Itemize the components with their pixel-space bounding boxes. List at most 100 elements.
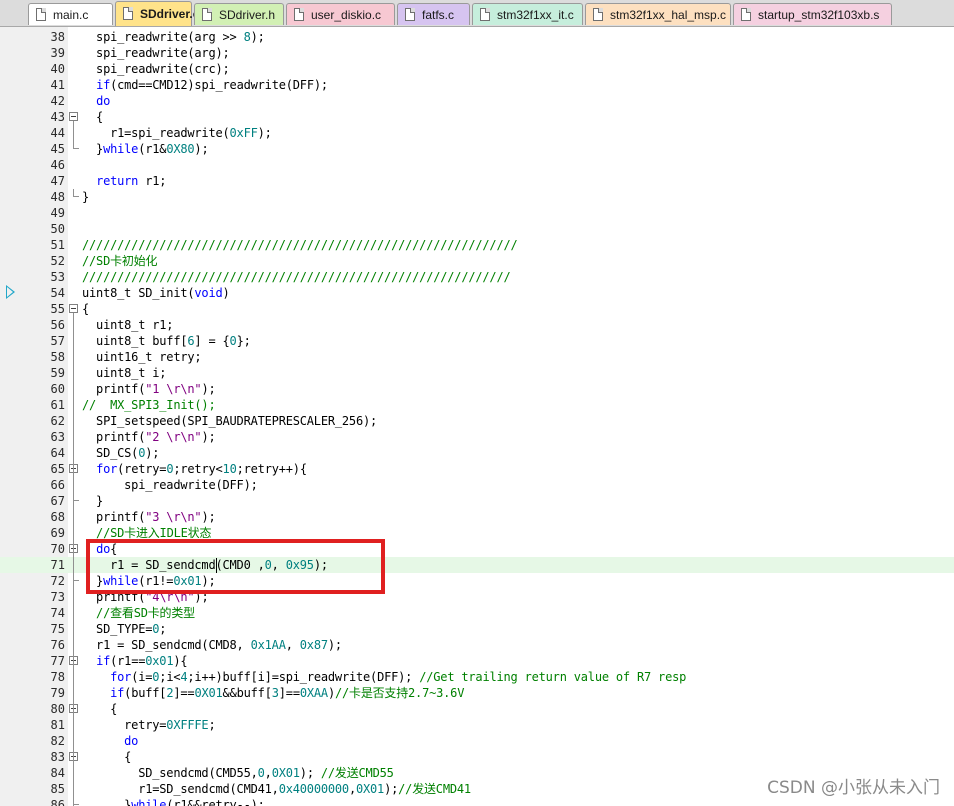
code-line[interactable]: 50 bbox=[0, 221, 954, 237]
tab-user-diskio-c[interactable]: user_diskio.c bbox=[286, 3, 395, 25]
file-icon bbox=[593, 8, 603, 21]
tab-label: stm32f1xx_hal_msp.c bbox=[610, 8, 727, 22]
code-text: uint8_t buff[ bbox=[82, 334, 188, 348]
code-line[interactable]: 76 r1 = SD_sendcmd(CMD8, 0x1AA, 0x87); bbox=[0, 637, 954, 653]
code-text: SPI_setspeed(SPI_BAUDRATEPRESCALER_256); bbox=[82, 414, 378, 428]
line-number: 84 bbox=[50, 766, 65, 780]
code-text: ); bbox=[201, 510, 216, 524]
line-number: 47 bbox=[50, 174, 65, 188]
code-line[interactable]: 54 uint8_t SD_init(void) bbox=[0, 285, 954, 301]
code-line[interactable]: 61 // MX_SPI3_Init(); bbox=[0, 397, 954, 413]
code-line[interactable]: 44 r1=spi_readwrite(0xFF); bbox=[0, 125, 954, 141]
line-number: 56 bbox=[50, 318, 65, 332]
code-line[interactable]: 39 spi_readwrite(arg); bbox=[0, 45, 954, 61]
code-text: ) bbox=[327, 686, 335, 700]
keyword: if bbox=[96, 78, 111, 92]
line-number: 43 bbox=[50, 110, 65, 124]
code-line[interactable]: 58 uint16_t retry; bbox=[0, 349, 954, 365]
code-line[interactable]: 51 //////////////////////////////////////… bbox=[0, 237, 954, 253]
tab-stm32f1xx-hal-msp-c[interactable]: stm32f1xx_hal_msp.c bbox=[585, 3, 731, 25]
code-line[interactable]: 48} bbox=[0, 189, 954, 205]
code-text: spi_readwrite(crc); bbox=[82, 62, 230, 76]
code-line[interactable]: 45 }while(r1&0X80); bbox=[0, 141, 954, 157]
code-content: uint8_t SD_init(void) bbox=[82, 285, 230, 301]
code-content: printf("1 \r\n"); bbox=[82, 381, 216, 397]
code-line[interactable]: 64 SD_CS(0); bbox=[0, 445, 954, 461]
fold-collapse-icon[interactable] bbox=[69, 304, 78, 313]
code-text: (buff[ bbox=[124, 686, 167, 700]
code-line[interactable]: 79 if(buff[2]==0X01&&buff[3]==0XAA)//卡是否… bbox=[0, 685, 954, 701]
line-number: 52 bbox=[50, 254, 65, 268]
code-line[interactable]: 60 printf("1 \r\n"); bbox=[0, 381, 954, 397]
code-line[interactable]: 62 SPI_setspeed(SPI_BAUDRATEPRESCALER_25… bbox=[0, 413, 954, 429]
code-text: spi_readwrite(arg); bbox=[82, 46, 230, 60]
tab-sddriver-h[interactable]: SDdriver.h bbox=[194, 3, 284, 25]
code-line[interactable]: 65 for(retry=0;retry<10;retry++){ bbox=[0, 461, 954, 477]
code-line[interactable]: 47 return r1; bbox=[0, 173, 954, 189]
fold-collapse-icon[interactable] bbox=[69, 112, 78, 121]
tab-main-c[interactable]: main.c bbox=[28, 3, 113, 25]
code-line[interactable]: 42 do bbox=[0, 93, 954, 109]
code-line[interactable]: 46 bbox=[0, 157, 954, 173]
comment: ////////////////////////////////////////… bbox=[82, 270, 511, 284]
code-line[interactable]: 77 if(r1==0x01){ bbox=[0, 653, 954, 669]
code-line[interactable]: 41 if(cmd==CMD12)spi_readwrite(DFF); bbox=[0, 77, 954, 93]
tab-sddriver-c[interactable]: SDdriver.c bbox=[115, 1, 199, 26]
code-text: SD_sendcmd(CMD55, bbox=[82, 766, 258, 780]
number-literal: 0x40000000 bbox=[278, 782, 349, 796]
line-number: 77 bbox=[50, 654, 65, 668]
file-icon bbox=[480, 8, 490, 21]
code-line[interactable]: 67 } bbox=[0, 493, 954, 509]
code-content: printf("3 \r\n"); bbox=[82, 509, 216, 525]
code-line[interactable]: 40 spi_readwrite(crc); bbox=[0, 61, 954, 77]
file-icon bbox=[741, 8, 751, 21]
code-line[interactable]: 83 { bbox=[0, 749, 954, 765]
code-editor[interactable]: 38 spi_readwrite(arg >> 8); 39 spi_readwr… bbox=[0, 27, 954, 806]
code-line[interactable]: 74 //查看SD卡的类型 bbox=[0, 605, 954, 621]
code-line[interactable]: 52 //SD卡初始化 bbox=[0, 253, 954, 269]
comment: //发送CMD55 bbox=[320, 766, 394, 780]
code-line[interactable]: 53 //////////////////////////////////////… bbox=[0, 269, 954, 285]
code-line[interactable]: 66 spi_readwrite(DFF); bbox=[0, 477, 954, 493]
number-literal: 0X01 bbox=[355, 782, 385, 796]
number-literal: 0x87 bbox=[299, 638, 328, 652]
code-text: ]== bbox=[173, 686, 195, 700]
code-content: spi_readwrite(DFF); bbox=[82, 477, 258, 493]
code-line[interactable]: 38 spi_readwrite(arg >> 8); bbox=[0, 29, 954, 45]
tab-stm32f1xx-it-c[interactable]: stm32f1xx_it.c bbox=[472, 3, 583, 25]
comment: // MX_SPI3_Init(); bbox=[82, 398, 216, 412]
code-line[interactable]: 86 }while(r1&&retry--); bbox=[0, 797, 954, 806]
code-line[interactable]: 80 { bbox=[0, 701, 954, 717]
code-line[interactable]: 82 do bbox=[0, 733, 954, 749]
line-number: 80 bbox=[50, 702, 65, 716]
code-text: { bbox=[82, 302, 90, 316]
line-number: 50 bbox=[50, 222, 65, 236]
code-text: (r1& bbox=[138, 142, 167, 156]
tab-label: main.c bbox=[53, 8, 89, 22]
code-line[interactable]: 59 uint8_t i; bbox=[0, 365, 954, 381]
line-number: 72 bbox=[50, 574, 65, 588]
code-content: // MX_SPI3_Init(); bbox=[82, 397, 216, 413]
code-text: uint16_t retry; bbox=[82, 350, 202, 364]
code-content: SD_TYPE=0; bbox=[82, 621, 166, 637]
code-line[interactable]: 55 { bbox=[0, 301, 954, 317]
code-line[interactable]: 56 uint8_t r1; bbox=[0, 317, 954, 333]
tab-startup-stm32f103xb-s[interactable]: startup_stm32f103xb.s bbox=[733, 3, 892, 25]
code-text: } bbox=[82, 190, 90, 204]
keyword: while bbox=[103, 142, 139, 156]
tab-fatfs-c[interactable]: fatfs.c bbox=[397, 3, 470, 25]
number-literal: 3 bbox=[271, 686, 279, 700]
code-line[interactable]: 75 SD_TYPE=0; bbox=[0, 621, 954, 637]
code-line[interactable]: 81 retry=0XFFFE; bbox=[0, 717, 954, 733]
code-line[interactable]: 57 uint8_t buff[6] = {0}; bbox=[0, 333, 954, 349]
code-text: uint8_t r1; bbox=[82, 318, 174, 332]
code-line[interactable]: 63 printf("2 \r\n"); bbox=[0, 429, 954, 445]
code-line[interactable]: 68 printf("3 \r\n"); bbox=[0, 509, 954, 525]
number-literal: 8 bbox=[243, 30, 251, 44]
code-text: ){ bbox=[173, 654, 188, 668]
code-line[interactable]: 49 bbox=[0, 205, 954, 221]
code-text: (retry= bbox=[117, 462, 167, 476]
code-line[interactable]: 78 for(i=0;i<4;i++)buff[i]=spi_readwrite… bbox=[0, 669, 954, 685]
code-line[interactable]: 43 { bbox=[0, 109, 954, 125]
